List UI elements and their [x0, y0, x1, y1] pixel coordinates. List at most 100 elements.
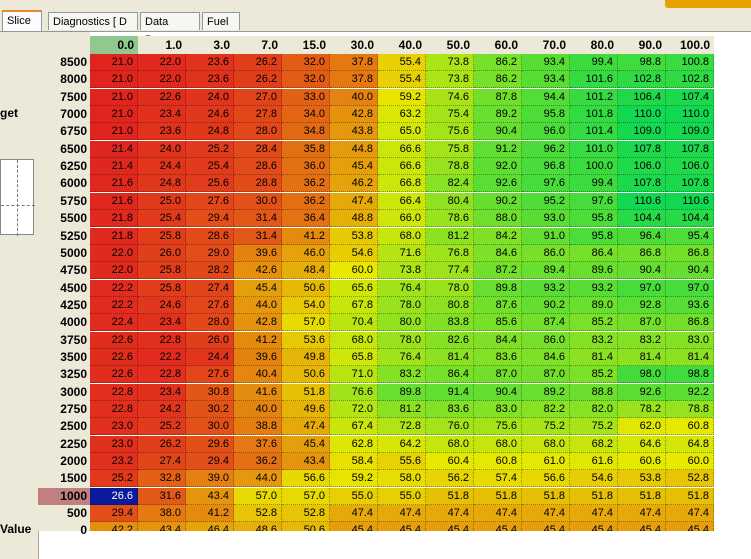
table-cell[interactable]: 107.8	[666, 175, 714, 193]
table-cell[interactable]: 27.0	[234, 88, 282, 106]
table-cell[interactable]: 23.4	[138, 383, 186, 401]
table-cell[interactable]: 73.8	[378, 262, 426, 280]
table-cell[interactable]: 51.8	[522, 487, 570, 505]
table-cell[interactable]: 41.2	[234, 331, 282, 349]
table-cell[interactable]: 52.8	[234, 505, 282, 523]
table-cell[interactable]: 97.6	[570, 192, 618, 210]
table-cell[interactable]: 56.6	[522, 470, 570, 488]
x-axis-header[interactable]: 100.0	[666, 36, 714, 54]
table-cell[interactable]: 43.4	[282, 453, 330, 471]
y-axis-label[interactable]: 1500	[38, 470, 90, 487]
table-cell[interactable]: 54.0	[282, 296, 330, 314]
table-cell[interactable]: 40.0	[330, 88, 378, 106]
table-cell[interactable]: 109.0	[666, 123, 714, 141]
table-cell[interactable]: 41.2	[186, 505, 234, 523]
table-cell[interactable]: 26.2	[138, 435, 186, 453]
table-cell[interactable]: 38.8	[234, 418, 282, 436]
table-cell[interactable]: 42.6	[234, 262, 282, 280]
table-cell[interactable]: 95.2	[522, 192, 570, 210]
table-cell[interactable]: 95.4	[666, 227, 714, 245]
table-cell[interactable]: 51.8	[474, 487, 522, 505]
table-cell[interactable]: 88.8	[570, 383, 618, 401]
table-cell[interactable]: 65.0	[378, 123, 426, 141]
table-cell[interactable]: 86.0	[522, 331, 570, 349]
table-cell[interactable]: 25.8	[138, 279, 186, 297]
table-cell[interactable]: 59.2	[378, 88, 426, 106]
table-cell[interactable]: 58.4	[330, 453, 378, 471]
table-cell[interactable]: 98.0	[618, 366, 666, 384]
table-cell[interactable]: 47.4	[282, 418, 330, 436]
table-cell[interactable]: 45.4	[234, 279, 282, 297]
table-cell[interactable]: 29.0	[186, 244, 234, 262]
table-cell[interactable]: 24.8	[186, 123, 234, 141]
table-cell[interactable]: 83.0	[666, 331, 714, 349]
table-cell[interactable]: 46.0	[282, 244, 330, 262]
table-cell[interactable]: 24.0	[138, 140, 186, 158]
table-cell[interactable]: 107.8	[666, 140, 714, 158]
table-cell[interactable]: 87.0	[522, 366, 570, 384]
table-cell[interactable]: 62.0	[618, 418, 666, 436]
table-cell[interactable]: 97.0	[666, 279, 714, 297]
table-cell[interactable]: 26.2	[234, 71, 282, 89]
table-cell[interactable]: 23.6	[186, 71, 234, 89]
table-cell[interactable]: 65.6	[330, 279, 378, 297]
table-cell[interactable]: 88.0	[474, 210, 522, 228]
table-cell[interactable]: 92.0	[474, 158, 522, 176]
table-cell[interactable]: 92.8	[618, 296, 666, 314]
table-cell[interactable]: 86.8	[618, 244, 666, 262]
table-cell[interactable]: 44.0	[234, 470, 282, 488]
y-axis-label[interactable]: 4750	[38, 262, 90, 279]
y-axis-label[interactable]: 3000	[38, 384, 90, 401]
table-cell[interactable]: 34.8	[282, 123, 330, 141]
table-cell[interactable]: 22.0	[138, 54, 186, 71]
table-cell[interactable]: 83.8	[426, 314, 474, 332]
table-cell[interactable]: 51.8	[666, 487, 714, 505]
table-cell[interactable]: 43.8	[330, 123, 378, 141]
table-cell[interactable]: 47.4	[426, 505, 474, 523]
table-cell[interactable]: 83.2	[570, 331, 618, 349]
table-cell[interactable]: 60.8	[666, 418, 714, 436]
table-cell[interactable]: 94.4	[522, 88, 570, 106]
table-cell[interactable]: 27.6	[186, 192, 234, 210]
table-cell[interactable]: 87.8	[474, 88, 522, 106]
table-cell[interactable]: 81.4	[570, 348, 618, 366]
table-cell[interactable]: 30.8	[186, 383, 234, 401]
table-cell[interactable]: 33.0	[282, 88, 330, 106]
table-cell[interactable]: 66.0	[378, 210, 426, 228]
table-cell[interactable]: 21.0	[90, 71, 138, 89]
table-cell[interactable]: 91.4	[426, 383, 474, 401]
x-axis-header[interactable]: 40.0	[378, 36, 426, 54]
table-cell[interactable]: 28.6	[186, 227, 234, 245]
table-cell[interactable]: 80.0	[378, 314, 426, 332]
table-cell[interactable]: 57.0	[282, 314, 330, 332]
table-cell[interactable]: 25.8	[138, 227, 186, 245]
table-cell[interactable]: 27.8	[234, 106, 282, 124]
table-cell[interactable]: 36.0	[282, 158, 330, 176]
table-cell[interactable]: 87.0	[618, 314, 666, 332]
y-axis-label[interactable]: 8000	[38, 71, 90, 88]
table-cell[interactable]: 21.6	[90, 175, 138, 193]
table-cell[interactable]: 100.8	[666, 54, 714, 71]
table-cell[interactable]: 64.2	[378, 435, 426, 453]
table-cell[interactable]: 36.2	[282, 175, 330, 193]
table-cell[interactable]: 104.4	[666, 210, 714, 228]
table-cell[interactable]: 91.2	[474, 140, 522, 158]
table-cell[interactable]: 84.4	[474, 331, 522, 349]
table-cell[interactable]: 74.6	[426, 88, 474, 106]
table-cell[interactable]: 86.0	[522, 244, 570, 262]
table-cell[interactable]: 99.4	[570, 175, 618, 193]
table-cell[interactable]: 44.8	[330, 140, 378, 158]
x-axis-header[interactable]: 50.0	[426, 36, 474, 54]
table-cell[interactable]: 76.0	[426, 418, 474, 436]
table-cell[interactable]: 25.0	[138, 192, 186, 210]
table-cell[interactable]: 26.0	[186, 331, 234, 349]
table-cell[interactable]: 89.4	[522, 262, 570, 280]
table-cell[interactable]: 51.8	[426, 487, 474, 505]
x-axis-header[interactable]: 7.0	[234, 36, 282, 54]
table-cell[interactable]: 57.4	[474, 470, 522, 488]
table-cell[interactable]: 102.8	[666, 71, 714, 89]
table-cell[interactable]: 66.4	[378, 192, 426, 210]
table-cell[interactable]: 110.6	[666, 192, 714, 210]
table-cell[interactable]: 47.4	[474, 505, 522, 523]
table-cell[interactable]: 37.6	[234, 435, 282, 453]
